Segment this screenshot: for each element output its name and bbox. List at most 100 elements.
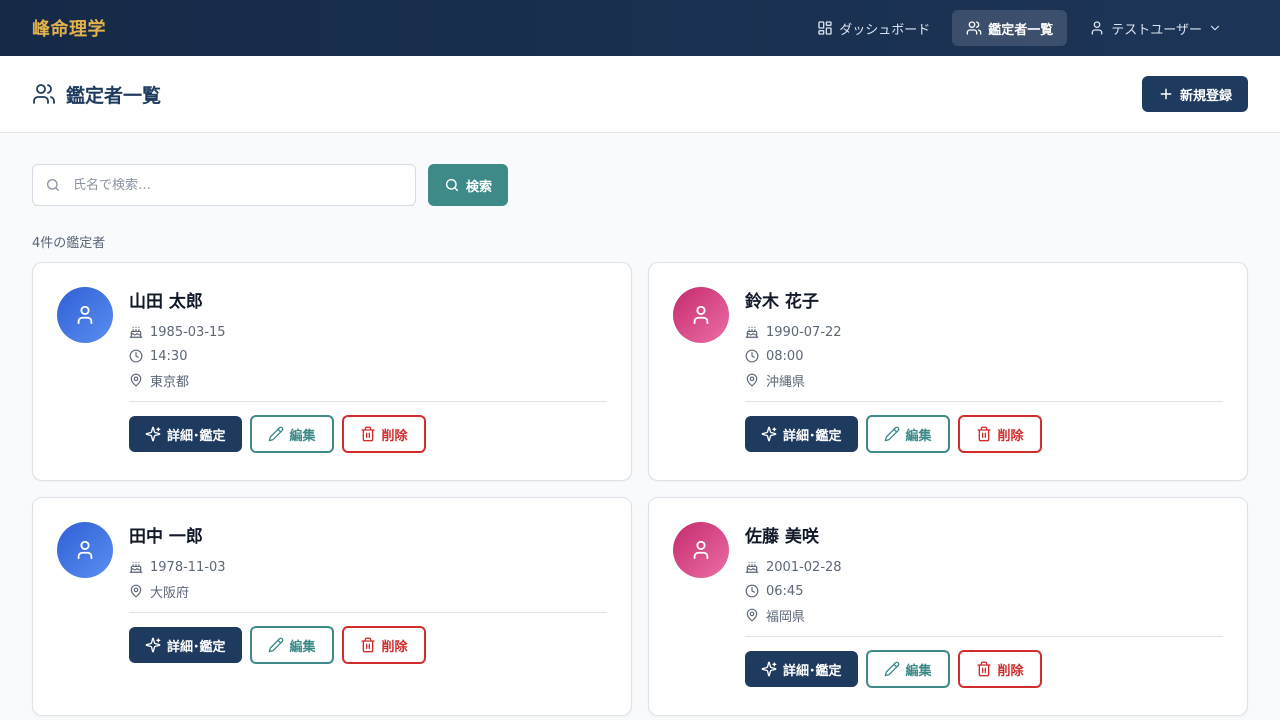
- search-box: [32, 164, 416, 206]
- card-body: 田中 一郎 1978-11-03 大阪府 詳細･鑑定 編集 削除: [129, 524, 607, 664]
- sparkles-icon: [761, 661, 777, 677]
- delete-button-label: 削除: [997, 428, 1024, 444]
- time-value: 08:00: [766, 348, 804, 364]
- brand-logo[interactable]: 峰命理学: [32, 15, 106, 41]
- detail-button-label: 詳細･鑑定: [783, 428, 842, 444]
- time-row: 08:00: [745, 344, 1223, 368]
- cake-icon: [745, 325, 759, 339]
- users-icon: [32, 82, 56, 106]
- card-actions: 詳細･鑑定 編集 削除: [129, 626, 607, 664]
- edit-button[interactable]: 編集: [249, 626, 334, 664]
- birthdate-row: 2001-02-28: [745, 555, 1223, 579]
- pencil-icon: [268, 426, 284, 442]
- client-card: 山田 太郎 1985-03-15 14:30 東京都 詳細･鑑定 編集 削除: [32, 262, 632, 481]
- map-pin-icon: [745, 373, 759, 387]
- avatar: [57, 287, 113, 343]
- search-row: 検索: [32, 164, 509, 206]
- page-title: 鑑定者一覧: [66, 84, 162, 107]
- delete-button[interactable]: 削除: [341, 626, 426, 664]
- search-icon: [45, 177, 61, 193]
- detail-button[interactable]: 詳細･鑑定: [129, 627, 242, 663]
- detail-button[interactable]: 詳細･鑑定: [129, 416, 242, 452]
- new-registration-button[interactable]: 新規登録: [1141, 76, 1248, 112]
- place-value: 東京都: [150, 374, 190, 390]
- card-body: 鈴木 花子 1990-07-22 08:00 沖縄県 詳細･鑑定 編集 削除: [745, 289, 1223, 453]
- users-icon: [966, 20, 982, 36]
- edit-button-label: 編集: [905, 663, 932, 679]
- sparkles-icon: [145, 426, 161, 442]
- cake-icon: [745, 560, 759, 574]
- delete-button-label: 削除: [381, 639, 408, 655]
- clock-icon: [745, 584, 759, 598]
- map-pin-icon: [129, 584, 143, 598]
- divider: [745, 401, 1223, 402]
- trash-icon: [976, 426, 992, 442]
- divider: [745, 636, 1223, 637]
- place-value: 大阪府: [150, 585, 190, 601]
- nav-dashboard[interactable]: ダッシュボード: [803, 10, 944, 46]
- user-icon: [690, 304, 712, 326]
- delete-button[interactable]: 削除: [957, 650, 1042, 688]
- birthdate-row: 1990-07-22: [745, 320, 1223, 344]
- time-value: 06:45: [766, 583, 804, 599]
- user-menu[interactable]: テストユーザー: [1075, 10, 1236, 46]
- search-button[interactable]: 検索: [428, 164, 509, 206]
- place-row: 福岡県: [745, 603, 1223, 627]
- detail-button-label: 詳細･鑑定: [783, 663, 842, 679]
- time-value: 14:30: [150, 348, 188, 364]
- edit-button[interactable]: 編集: [249, 415, 334, 453]
- sparkles-icon: [145, 637, 161, 653]
- clock-icon: [129, 349, 143, 363]
- birthdate-value: 1990-07-22: [766, 324, 842, 340]
- detail-button-label: 詳細･鑑定: [167, 428, 226, 444]
- client-name: 鈴木 花子: [745, 292, 819, 312]
- client-name: 田中 一郎: [129, 527, 203, 547]
- place-value: 福岡県: [766, 609, 806, 625]
- edit-button[interactable]: 編集: [865, 415, 950, 453]
- cake-icon: [129, 560, 143, 574]
- delete-button[interactable]: 削除: [957, 415, 1042, 453]
- cake-icon: [129, 325, 143, 339]
- detail-button[interactable]: 詳細･鑑定: [745, 651, 858, 687]
- birthdate-value: 2001-02-28: [766, 559, 842, 575]
- time-row: 06:45: [745, 579, 1223, 603]
- detail-button-label: 詳細･鑑定: [167, 639, 226, 655]
- user-icon: [74, 539, 96, 561]
- page-title-group: 鑑定者一覧: [32, 81, 161, 108]
- nav-clients[interactable]: 鑑定者一覧: [952, 10, 1068, 46]
- divider: [129, 612, 607, 613]
- new-registration-label: 新規登録: [1179, 88, 1232, 104]
- client-card: 佐藤 美咲 2001-02-28 06:45 福岡県 詳細･鑑定 編集 削除: [648, 497, 1248, 716]
- place-value: 沖縄県: [766, 374, 806, 390]
- top-navbar: 峰命理学 ダッシュボード 鑑定者一覧 テストユーザー: [0, 0, 1280, 56]
- delete-button-label: 削除: [997, 663, 1024, 679]
- card-body: 佐藤 美咲 2001-02-28 06:45 福岡県 詳細･鑑定 編集 削除: [745, 524, 1223, 688]
- pencil-icon: [884, 661, 900, 677]
- pencil-icon: [884, 426, 900, 442]
- place-row: 沖縄県: [745, 368, 1223, 392]
- card-actions: 詳細･鑑定 編集 削除: [745, 650, 1223, 688]
- divider: [129, 401, 607, 402]
- nav-clients-label: 鑑定者一覧: [988, 22, 1054, 38]
- avatar: [57, 522, 113, 578]
- search-button-label: 検索: [466, 179, 493, 195]
- edit-button[interactable]: 編集: [865, 650, 950, 688]
- detail-button[interactable]: 詳細･鑑定: [745, 416, 858, 452]
- chevron-down-icon: [1208, 21, 1222, 35]
- search-input[interactable]: [73, 177, 403, 193]
- clock-icon: [745, 349, 759, 363]
- nav-dashboard-label: ダッシュボード: [839, 22, 931, 38]
- user-icon: [1089, 20, 1105, 36]
- map-pin-icon: [129, 373, 143, 387]
- place-row: 東京都: [129, 368, 607, 392]
- avatar: [673, 287, 729, 343]
- card-body: 山田 太郎 1985-03-15 14:30 東京都 詳細･鑑定 編集 削除: [129, 289, 607, 453]
- time-row: 14:30: [129, 344, 607, 368]
- avatar: [673, 522, 729, 578]
- place-row: 大阪府: [129, 579, 607, 603]
- result-count: 4件の鑑定者: [32, 236, 106, 251]
- trash-icon: [360, 426, 376, 442]
- delete-button[interactable]: 削除: [341, 415, 426, 453]
- page-header: 鑑定者一覧 新規登録: [0, 56, 1280, 133]
- trash-icon: [360, 637, 376, 653]
